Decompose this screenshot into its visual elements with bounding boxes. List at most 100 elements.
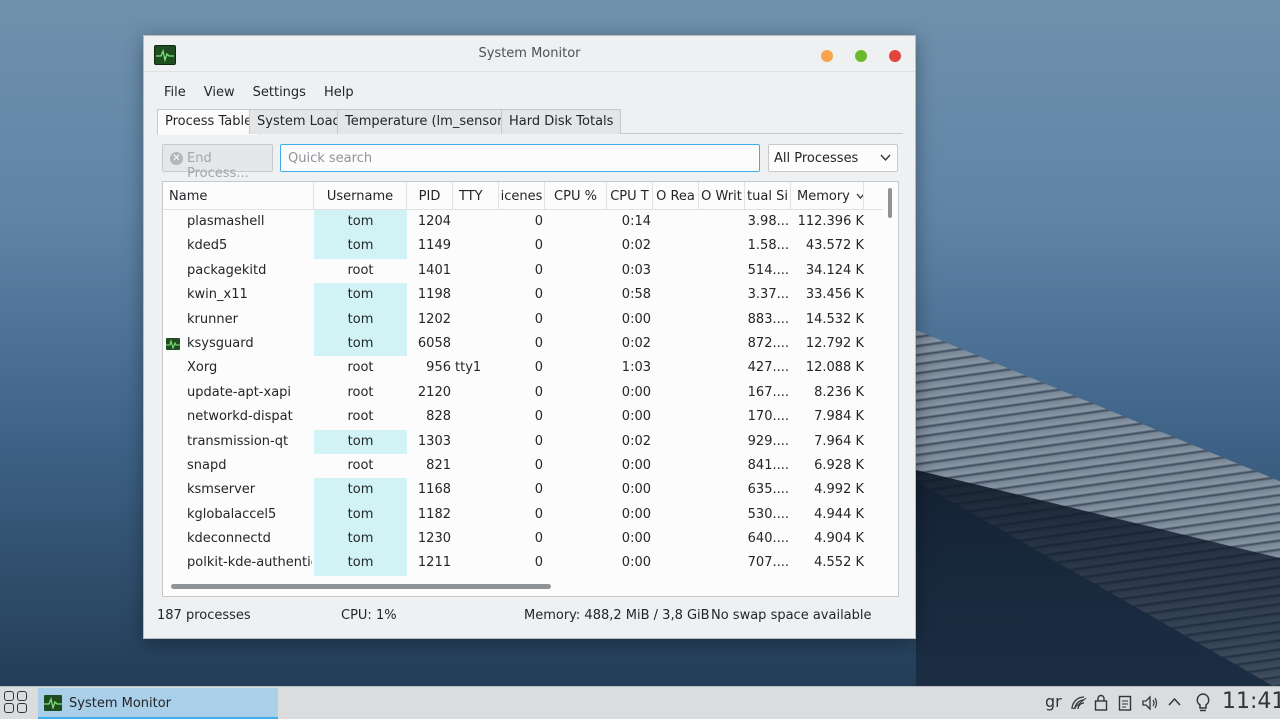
end-process-button[interactable]: ✕ End Process... bbox=[162, 144, 273, 181]
cell-username: tom bbox=[347, 531, 374, 547]
tab-process-table[interactable]: Process Table bbox=[157, 109, 261, 135]
table-row[interactable]: ksmserver tom 1168 0 0:00 635.... 4.992 K bbox=[163, 478, 883, 503]
cell-name: packagekitd bbox=[187, 262, 267, 278]
table-row[interactable]: kwin_x11 tom 1198 0 0:58 3.37... 33.456 K bbox=[163, 283, 883, 308]
column-memory[interactable]: Memory bbox=[791, 182, 864, 210]
chevron-up-icon[interactable] bbox=[1168, 697, 1181, 707]
cell-memory: 112.396 K bbox=[797, 214, 864, 229]
menu-view[interactable]: View bbox=[204, 85, 235, 100]
cell-niceness: 0 bbox=[534, 311, 543, 327]
cell-pid: 1202 bbox=[417, 311, 451, 327]
network-icon[interactable] bbox=[1070, 695, 1088, 711]
cell-pid: 1168 bbox=[417, 482, 451, 498]
table-row[interactable]: transmission-qt tom 1303 0 0:02 929.... 7.964 … bbox=[163, 429, 883, 454]
horizontal-scrollbar[interactable] bbox=[171, 584, 551, 589]
table-row[interactable]: kded5 tom 1149 0 0:02 1.58... 43.572 K bbox=[163, 234, 883, 259]
close-circle-icon: ✕ bbox=[170, 152, 183, 165]
menubar: File View Settings Help bbox=[164, 85, 372, 100]
end-process-label: End Process... bbox=[187, 151, 249, 181]
clipboard-icon[interactable] bbox=[1118, 694, 1132, 711]
process-filter-select[interactable]: All Processes bbox=[768, 144, 898, 172]
table-row[interactable]: krunner tom 1202 0 0:00 883.... 14.532 K bbox=[163, 307, 883, 332]
cell-cpu-time: 0:58 bbox=[621, 287, 651, 303]
process-filter-value: All Processes bbox=[774, 151, 859, 166]
table-row[interactable]: update-apt-xapi root 2120 0 0:00 167.... 8.236… bbox=[163, 381, 883, 405]
cell-name: kdeconnectd bbox=[187, 531, 271, 547]
column-io-write[interactable]: O Writ bbox=[699, 182, 745, 210]
table-row[interactable]: polkit-kde-authentic... tom 1211 0 0:00 707..… bbox=[163, 551, 883, 576]
column-virtual-size[interactable]: tual Si bbox=[745, 182, 791, 210]
cell-virtual-size: 883.... bbox=[747, 311, 789, 327]
table-row[interactable]: networkd-dispat root 828 0 0:00 170.... 7.984 … bbox=[163, 405, 883, 429]
cell-niceness: 0 bbox=[534, 238, 543, 254]
cell-pid: 1204 bbox=[417, 214, 451, 229]
vertical-scrollbar[interactable] bbox=[888, 188, 892, 218]
table-row[interactable]: packagekitd root 1401 0 0:03 514.... 34.124 K bbox=[163, 259, 883, 283]
cell-niceness: 0 bbox=[534, 384, 543, 400]
minimize-button[interactable] bbox=[821, 50, 833, 62]
task-system-monitor[interactable]: System Monitor bbox=[38, 688, 278, 719]
cell-cpu-time: 0:02 bbox=[621, 335, 651, 351]
menu-help[interactable]: Help bbox=[324, 85, 354, 100]
cell-virtual-size: 427.... bbox=[747, 360, 789, 376]
cell-niceness: 0 bbox=[534, 214, 543, 229]
titlebar[interactable]: System Monitor bbox=[144, 36, 915, 72]
cell-pid: 1149 bbox=[417, 238, 451, 254]
cell-pid: 1401 bbox=[417, 262, 451, 278]
cell-memory: 4.904 K bbox=[814, 531, 864, 547]
tab-temperature[interactable]: Temperature (lm_sensors) bbox=[337, 109, 523, 134]
tab-system-load[interactable]: System Load bbox=[249, 109, 349, 134]
system-monitor-icon bbox=[166, 337, 180, 350]
close-button[interactable] bbox=[889, 50, 901, 62]
table-row[interactable]: snapd root 821 0 0:00 841.... 6.928 K bbox=[163, 454, 883, 478]
cell-virtual-size: 707.... bbox=[747, 555, 789, 571]
cell-name: plasmashell bbox=[187, 214, 265, 229]
cell-cpu-time: 0:00 bbox=[621, 409, 651, 425]
cell-virtual-size: 3.98... bbox=[747, 214, 789, 229]
cell-virtual-size: 1.58... bbox=[747, 238, 789, 254]
cell-cpu-time: 0:00 bbox=[621, 531, 651, 547]
column-tty[interactable]: TTY bbox=[453, 182, 499, 210]
menu-settings[interactable]: Settings bbox=[253, 85, 306, 100]
tab-hard-disk-totals[interactable]: Hard Disk Totals bbox=[501, 109, 622, 134]
column-niceness[interactable]: icenes bbox=[499, 182, 545, 210]
keyboard-layout-indicator[interactable]: gr bbox=[1045, 692, 1062, 711]
cell-cpu-time: 0:00 bbox=[621, 555, 651, 571]
table-row[interactable]: kdeconnectd tom 1230 0 0:00 640.... 4.904 K bbox=[163, 527, 883, 552]
menu-file[interactable]: File bbox=[164, 85, 186, 100]
cell-cpu-time: 1:03 bbox=[621, 360, 651, 376]
cell-niceness: 0 bbox=[534, 506, 543, 522]
cell-memory: 4.992 K bbox=[814, 482, 864, 498]
taskbar: System Monitor gr 11:41 bbox=[0, 686, 1280, 719]
table-row[interactable]: Xorg root 956 tty1 0 1:03 427.... 12.088 K bbox=[163, 356, 883, 380]
cell-virtual-size: 841.... bbox=[747, 457, 789, 473]
clock[interactable]: 11:41 bbox=[1222, 689, 1280, 714]
cell-name: krunner bbox=[187, 311, 238, 327]
cell-username: root bbox=[347, 409, 374, 425]
chevron-down-icon bbox=[880, 154, 891, 162]
maximize-button[interactable] bbox=[855, 50, 867, 62]
table-row[interactable]: ksysguard tom 6058 0 0:02 872.... 12.792 K bbox=[163, 331, 883, 357]
table-row[interactable]: kglobalaccel5 tom 1182 0 0:00 530.... 4.944 K bbox=[163, 502, 883, 528]
column-io-read[interactable]: O Rea bbox=[653, 182, 699, 210]
quick-search-input[interactable] bbox=[280, 144, 760, 172]
cell-name: kwin_x11 bbox=[187, 287, 248, 303]
cell-niceness: 0 bbox=[534, 482, 543, 498]
column-name[interactable]: Name bbox=[163, 182, 314, 210]
lock-icon[interactable] bbox=[1094, 694, 1108, 711]
status-cpu: CPU: 1% bbox=[341, 608, 397, 623]
application-launcher-icon[interactable] bbox=[4, 691, 30, 715]
cell-virtual-size: 167.... bbox=[747, 384, 789, 400]
column-cpu-percent[interactable]: CPU % bbox=[545, 182, 607, 210]
column-cpu-time[interactable]: CPU T bbox=[607, 182, 653, 210]
cell-username: root bbox=[347, 384, 374, 400]
cell-username: tom bbox=[347, 287, 374, 303]
table-row[interactable]: plasmashell tom 1204 0 0:14 3.98... 112.396 K bbox=[163, 210, 883, 235]
lightbulb-icon[interactable] bbox=[1196, 693, 1210, 713]
cell-memory: 43.572 K bbox=[805, 238, 864, 254]
column-pid[interactable]: PID bbox=[407, 182, 453, 210]
volume-icon[interactable] bbox=[1141, 695, 1159, 711]
cell-name: Xorg bbox=[187, 360, 218, 376]
column-username[interactable]: Username bbox=[314, 182, 407, 210]
cell-pid: 1230 bbox=[417, 531, 451, 547]
